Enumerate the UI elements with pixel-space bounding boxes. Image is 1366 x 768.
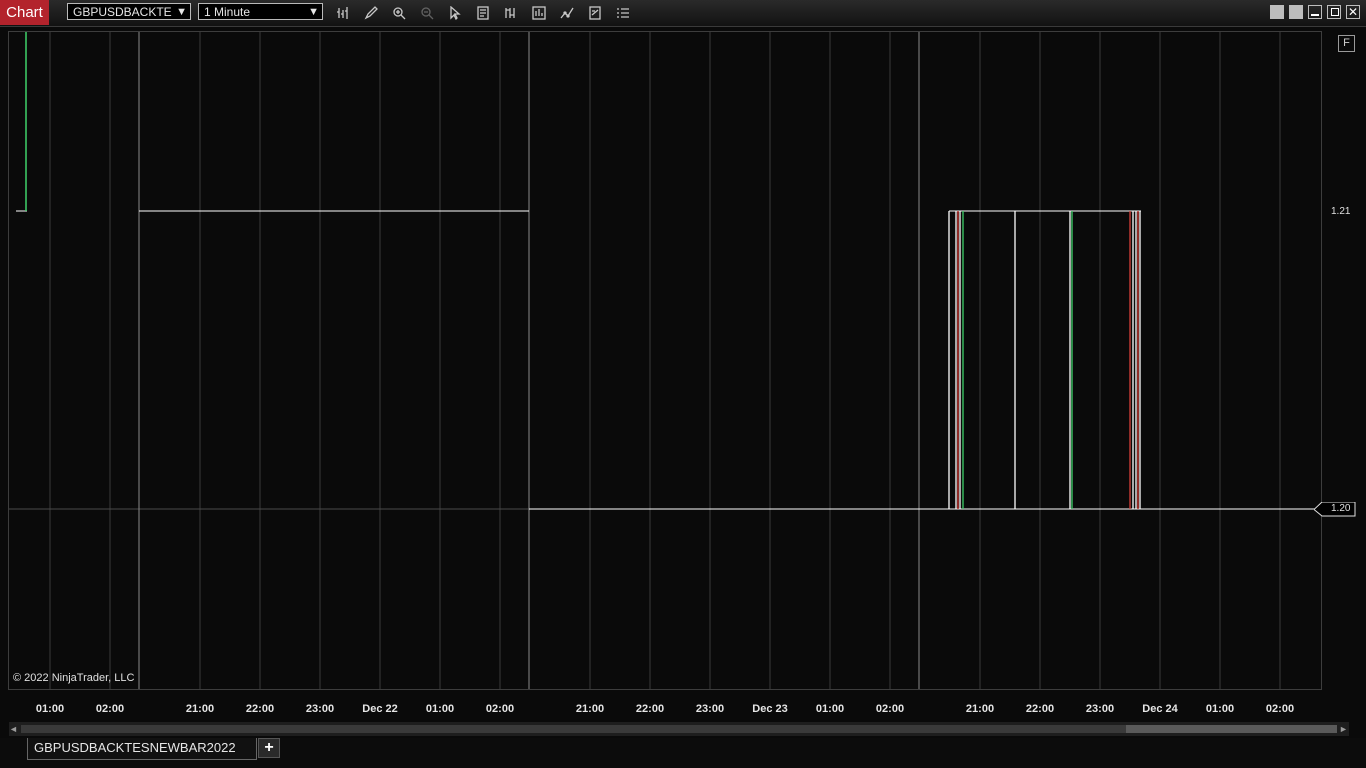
horizontal-scrollbar[interactable]: ◄ ► bbox=[9, 722, 1349, 736]
close-icon: ✕ bbox=[1347, 5, 1359, 19]
current-price-marker: 1.20 bbox=[1314, 502, 1356, 517]
time-axis-label: 21:00 bbox=[185, 703, 215, 715]
time-axis-label: 23:00 bbox=[1085, 703, 1115, 715]
minimize-icon bbox=[1311, 14, 1319, 16]
time-axis-label: 02:00 bbox=[875, 703, 905, 715]
zoom-in-icon[interactable] bbox=[389, 3, 409, 22]
session-separators bbox=[138, 32, 920, 689]
zoom-out-icon[interactable] bbox=[417, 3, 437, 22]
tab-chart[interactable]: GBPUSDBACKTESNEWBAR2022 bbox=[27, 738, 257, 760]
time-axis-label: 22:00 bbox=[245, 703, 275, 715]
properties-icon[interactable] bbox=[585, 3, 605, 22]
interval-selector[interactable]: 1 Minute ▼ bbox=[198, 3, 323, 20]
time-axis-label: 02:00 bbox=[1265, 703, 1295, 715]
chevron-down-icon: ▼ bbox=[308, 6, 319, 18]
object-list-icon[interactable] bbox=[613, 3, 633, 22]
scroll-right-icon[interactable]: ► bbox=[1339, 722, 1349, 736]
tile-2-button[interactable] bbox=[1289, 5, 1303, 19]
chevron-down-icon: ▼ bbox=[176, 6, 187, 18]
time-axis-label: 01:00 bbox=[425, 703, 455, 715]
time-axis-label: Dec 22 bbox=[362, 703, 398, 715]
scroll-thumb[interactable] bbox=[1126, 725, 1337, 733]
indicators-icon[interactable] bbox=[529, 3, 549, 22]
copyright-notice: © 2022 NinjaTrader, LLC bbox=[13, 672, 135, 684]
restore-icon bbox=[1331, 8, 1339, 16]
price-axis-label: 1.21 bbox=[1331, 206, 1351, 217]
f-button[interactable]: F bbox=[1338, 35, 1355, 52]
instrument-value: GBPUSDBACKTE bbox=[73, 5, 172, 19]
price-series bbox=[16, 32, 1321, 510]
close-button[interactable]: ✕ bbox=[1346, 5, 1360, 19]
interval-value: 1 Minute bbox=[204, 5, 251, 19]
time-axis-label: 23:00 bbox=[305, 703, 335, 715]
time-axis-label: 23:00 bbox=[695, 703, 725, 715]
tab-bar: GBPUSDBACKTESNEWBAR2022 + bbox=[0, 738, 1366, 768]
time-axis-label: 01:00 bbox=[1205, 703, 1235, 715]
chart-grid bbox=[9, 32, 1321, 689]
add-tab-button[interactable]: + bbox=[258, 738, 280, 758]
strategies-icon[interactable] bbox=[557, 3, 577, 22]
restore-button[interactable] bbox=[1327, 5, 1341, 19]
price-chart bbox=[9, 32, 1321, 689]
bar-type-icon[interactable] bbox=[333, 3, 353, 22]
time-axis-label: Dec 23 bbox=[752, 703, 788, 715]
time-axis-label: 22:00 bbox=[635, 703, 665, 715]
time-axis-label: 01:00 bbox=[35, 703, 65, 715]
time-axis-label: Dec 24 bbox=[1142, 703, 1178, 715]
time-axis-label: 01:00 bbox=[815, 703, 845, 715]
window-title: Chart bbox=[0, 0, 49, 25]
time-axis-label: 22:00 bbox=[1025, 703, 1055, 715]
data-box-icon[interactable] bbox=[473, 3, 493, 22]
tile-1-button[interactable] bbox=[1270, 5, 1284, 19]
current-price-label: 1.20 bbox=[1331, 503, 1351, 514]
chart-trader-icon[interactable] bbox=[501, 3, 521, 22]
scroll-left-icon[interactable]: ◄ bbox=[9, 722, 19, 736]
drawing-pencil-icon[interactable] bbox=[361, 3, 381, 22]
minimize-button[interactable] bbox=[1308, 5, 1322, 19]
chart-panel[interactable] bbox=[8, 31, 1322, 690]
time-axis-label: 02:00 bbox=[485, 703, 515, 715]
pointer-icon[interactable] bbox=[445, 3, 465, 22]
time-axis-label: 21:00 bbox=[965, 703, 995, 715]
time-axis-label: 02:00 bbox=[95, 703, 125, 715]
title-bar: Chart GBPUSDBACKTE ▼ 1 Minute ▼ ✕ bbox=[0, 0, 1366, 27]
instrument-selector[interactable]: GBPUSDBACKTE ▼ bbox=[67, 3, 191, 20]
time-axis-label: 21:00 bbox=[575, 703, 605, 715]
